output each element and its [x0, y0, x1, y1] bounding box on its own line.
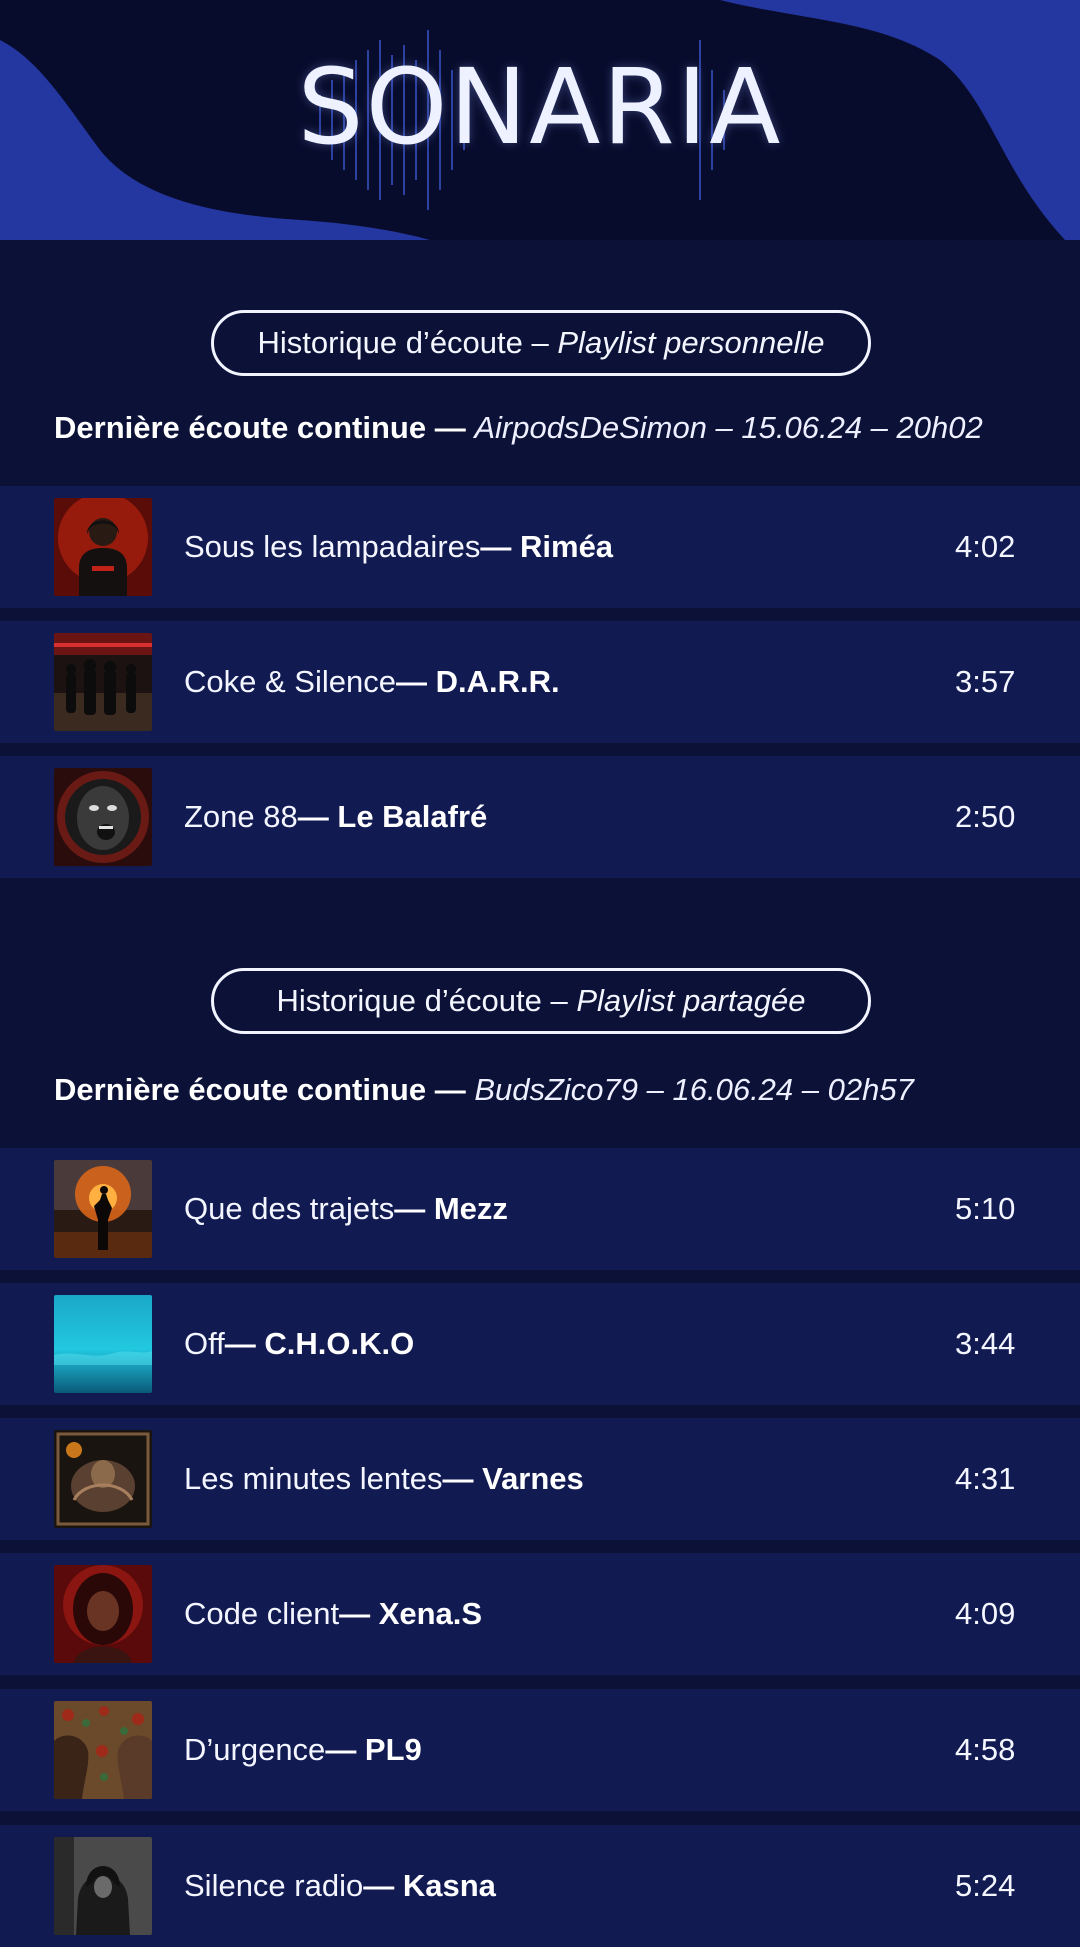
track-name: Code client: [184, 1596, 340, 1631]
track-name: Les minutes lentes: [184, 1461, 443, 1496]
track-row[interactable]: Que des trajets — Mezz 5:10: [0, 1148, 1080, 1270]
track-row[interactable]: Silence radio — Kasna 5:24: [0, 1825, 1080, 1947]
track-row[interactable]: Off — C.H.O.K.O 3:44: [0, 1283, 1080, 1405]
app-logo: SONARIA: [297, 46, 783, 168]
woman-portrait-red-cover: [54, 1565, 152, 1663]
track-title: Coke & Silence — D.A.R.R.: [184, 621, 560, 743]
track-artist: — Xena.S: [339, 1596, 483, 1631]
track-duration: 3:57: [955, 664, 1016, 699]
last-listen-label: Dernière écoute continue —: [54, 1072, 475, 1107]
section-pill-personal[interactable]: Historique d’écoute – Playlist personnel…: [211, 310, 871, 376]
track-row[interactable]: Code client — Xena.S 4:09: [0, 1553, 1080, 1675]
last-listen-label: Dernière écoute continue —: [54, 410, 475, 445]
hooded-figure-grey-cover: [54, 1837, 152, 1935]
track-row[interactable]: Les minutes lentes — Varnes 4:31: [0, 1418, 1080, 1540]
track-title: Zone 88 — Le Balafré: [184, 756, 487, 878]
track-name: Zone 88: [184, 799, 298, 834]
track-duration: 3:44: [955, 1326, 1016, 1361]
hooded-figure-red-cover: [54, 498, 152, 596]
track-title: Sous les lampadaires — Riméa: [184, 486, 613, 608]
track-name: Coke & Silence: [184, 664, 396, 699]
track-row[interactable]: Zone 88 — Le Balafré 2:50: [0, 756, 1080, 878]
last-listen-detail: BudsZico79 – 16.06.24 – 02h57: [474, 1072, 914, 1107]
track-artist: — PL9: [325, 1732, 422, 1767]
underwater-cover: [54, 1295, 152, 1393]
track-row[interactable]: D’urgence — PL9 4:58: [0, 1689, 1080, 1811]
track-duration: 5:10: [955, 1191, 1016, 1226]
track-duration: 4:02: [955, 529, 1016, 564]
section-pill-emphasis: Playlist partagée: [576, 983, 806, 1018]
track-title: D’urgence — PL9: [184, 1689, 422, 1811]
track-name: Off: [184, 1326, 225, 1361]
track-row[interactable]: Sous les lampadaires — Riméa 4:02: [0, 486, 1080, 608]
app-header: SONARIA: [0, 0, 1080, 240]
section-pill-emphasis: Playlist personnelle: [557, 325, 825, 360]
section-pill-prefix: Historique d’écoute –: [257, 325, 549, 360]
last-listen-detail: AirpodsDeSimon – 15.06.24 – 20h02: [474, 410, 983, 445]
track-artist: — Kasna: [363, 1868, 496, 1903]
track-duration: 4:31: [955, 1461, 1016, 1496]
section-pill-shared[interactable]: Historique d’écoute – Playlist partagée: [211, 968, 871, 1034]
track-row[interactable]: Coke & Silence — D.A.R.R. 3:57: [0, 621, 1080, 743]
track-title: Silence radio — Kasna: [184, 1825, 496, 1947]
night-street-crowd-cover: [54, 633, 152, 731]
screaming-face-cover: [54, 768, 152, 866]
track-artist: — Le Balafré: [297, 799, 488, 834]
last-listen-info: Dernière écoute continue — AirpodsDeSimo…: [54, 410, 983, 446]
fire-silhouette-cover: [54, 1160, 152, 1258]
last-listen-info: Dernière écoute continue — BudsZico79 – …: [54, 1072, 914, 1108]
track-artist: — Varnes: [442, 1461, 584, 1496]
track-artist: — Mezz: [394, 1191, 508, 1226]
two-faces-floral-cover: [54, 1701, 152, 1799]
section-pill-prefix: Historique d’écoute –: [276, 983, 568, 1018]
track-artist: — D.A.R.R.: [395, 664, 560, 699]
track-title: Code client — Xena.S: [184, 1553, 482, 1675]
track-name: Silence radio: [184, 1868, 364, 1903]
track-duration: 4:58: [955, 1732, 1016, 1767]
track-title: Que des trajets — Mezz: [184, 1148, 508, 1270]
track-artist: — C.H.O.K.O: [224, 1326, 415, 1361]
track-duration: 5:24: [955, 1868, 1016, 1903]
track-name: Sous les lampadaires: [184, 529, 481, 564]
track-title: Off — C.H.O.K.O: [184, 1283, 414, 1405]
track-duration: 2:50: [955, 799, 1016, 834]
track-duration: 4:09: [955, 1596, 1016, 1631]
track-artist: — Riméa: [480, 529, 614, 564]
track-name: D’urgence: [184, 1732, 326, 1767]
track-name: Que des trajets: [184, 1191, 395, 1226]
ornate-engraving-cover: [54, 1430, 152, 1528]
track-title: Les minutes lentes — Varnes: [184, 1418, 584, 1540]
